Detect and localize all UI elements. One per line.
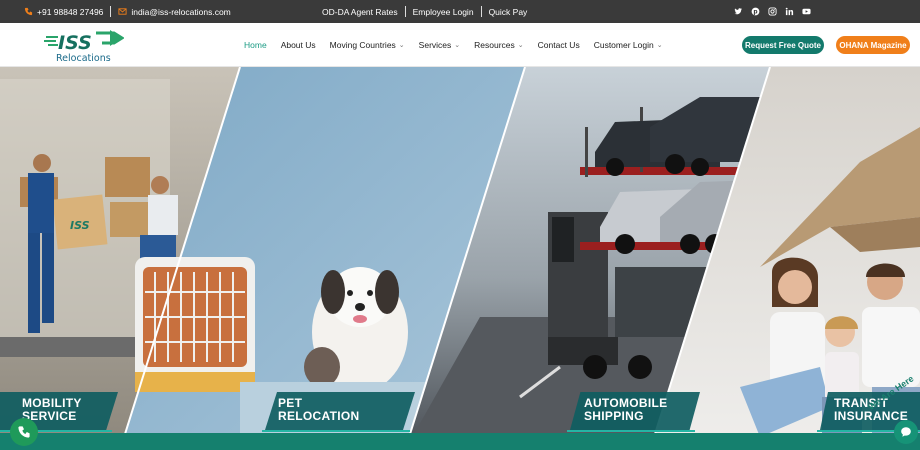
- automobile-caption-accent: [567, 430, 695, 432]
- email-address: india@iss-relocations.com: [131, 6, 231, 17]
- chevron-down-icon: ⌄: [517, 42, 524, 49]
- nav-resources[interactable]: Resources ⌄: [474, 40, 524, 50]
- nav-about-label: About Us: [280, 40, 316, 50]
- email-link[interactable]: india@iss-relocations.com: [118, 6, 231, 17]
- nav-home-label: Home: [244, 40, 267, 50]
- caption-line-2: SHIPPING: [584, 409, 644, 423]
- divider: [110, 6, 112, 17]
- chat-icon: [901, 427, 911, 437]
- phone-link[interactable]: +91 98848 27496: [24, 7, 103, 17]
- ohana-magazine-button[interactable]: OHANA Magazine: [836, 36, 910, 54]
- phone-icon: [18, 426, 30, 438]
- nav-moving-label: Moving Countries: [329, 40, 396, 50]
- nav-services[interactable]: Services ⌄: [419, 40, 460, 50]
- divider: [480, 6, 482, 17]
- chevron-down-icon: ⌄: [454, 42, 461, 49]
- agent-rates-link[interactable]: OD-DA Agent Rates: [322, 7, 398, 17]
- logo-subtext: Relocations: [56, 53, 111, 64]
- pet-relocation-caption[interactable]: PET RELOCATION: [278, 397, 359, 423]
- employee-login-link[interactable]: Employee Login: [413, 7, 474, 17]
- nav-services-label: Services: [418, 40, 452, 50]
- quick-pay-link[interactable]: Quick Pay: [489, 7, 528, 17]
- phone-number: +91 98848 27496: [37, 6, 104, 17]
- instagram-icon[interactable]: [768, 7, 777, 16]
- nav-moving-countries[interactable]: Moving Countries ⌄: [330, 40, 405, 50]
- chevron-down-icon: ⌄: [656, 42, 663, 49]
- nav-contact-label: Contact Us: [537, 40, 580, 50]
- iss-relocations-logo[interactable]: ISS Relocations: [44, 28, 125, 64]
- nav-contact-us[interactable]: Contact Us: [538, 40, 580, 50]
- top-links: OD-DA Agent Rates Employee Login Quick P…: [322, 0, 527, 23]
- twitter-icon[interactable]: [734, 7, 743, 16]
- chat-button[interactable]: [894, 420, 918, 444]
- logo-brand: ISS: [58, 32, 92, 54]
- main-header: ISS Relocations Home About Us Moving Cou…: [0, 23, 920, 67]
- contact-info: +91 98848 27496 india@iss-relocations.co…: [24, 0, 231, 23]
- caption-line-2: RELOCATION: [278, 409, 360, 423]
- phone-icon: [24, 7, 33, 16]
- nav-home[interactable]: Home: [244, 40, 267, 50]
- pinterest-icon[interactable]: p: [751, 7, 760, 16]
- box-iss-label: ISS: [70, 219, 90, 232]
- nav-customer-label: Customer Login: [593, 40, 654, 50]
- divider: [404, 6, 406, 17]
- chevron-down-icon: ⌄: [398, 42, 405, 49]
- nav-customer-login[interactable]: Customer Login ⌄: [594, 40, 663, 50]
- linkedin-icon[interactable]: [785, 7, 794, 16]
- nav-resources-label: Resources: [474, 40, 515, 50]
- youtube-icon[interactable]: [802, 7, 811, 16]
- mail-icon: [118, 8, 127, 15]
- call-button[interactable]: [10, 418, 38, 446]
- svg-text:p: p: [753, 10, 757, 16]
- top-bar: +91 98848 27496 india@iss-relocations.co…: [0, 0, 920, 23]
- automobile-shipping-caption[interactable]: AUTOMOBILE SHIPPING: [584, 397, 667, 423]
- social-links: p: [734, 0, 811, 23]
- main-nav: Home About Us Moving Countries ⌄ Services…: [244, 23, 677, 67]
- hero-banner: ISS MOBILITY SERVICE PET RELOCATION AUTO…: [0, 67, 920, 450]
- request-quote-button[interactable]: Request Free Quote: [742, 36, 824, 54]
- hero-artwork: ISS: [0, 67, 920, 450]
- footer-strip: [0, 433, 920, 450]
- nav-about-us[interactable]: About Us: [281, 40, 316, 50]
- pet-caption-accent: [262, 430, 410, 432]
